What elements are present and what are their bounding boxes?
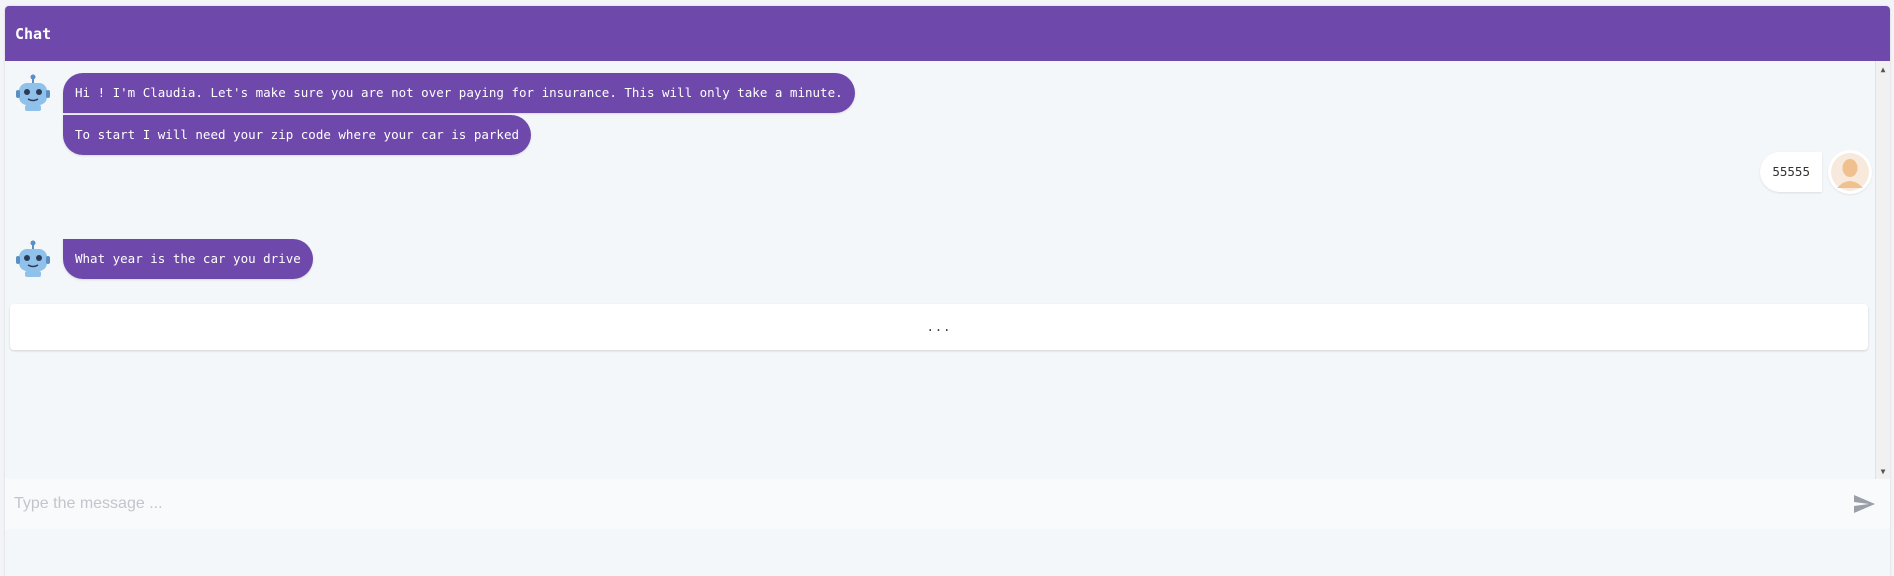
bot-bubble-stack: Hi ! I'm Claudia. Let's make sure you ar… [63, 73, 855, 157]
bot-message-bubble: What year is the car you drive [63, 239, 313, 279]
send-button[interactable] [1844, 484, 1884, 524]
robot-icon [16, 240, 50, 277]
typing-indicator: ... [10, 304, 1868, 350]
message-list[interactable]: Hi ! I'm Claudia. Let's make sure you ar… [5, 61, 1890, 479]
chat-header: Chat [5, 6, 1890, 61]
user-message-bubble: 55555 [1760, 152, 1822, 192]
chat-window: Chat Hi ! I'm Claudia. Let's make sure y… [5, 6, 1890, 576]
user-avatar-icon [1831, 153, 1869, 191]
bot-message-group: Hi ! I'm Claudia. Let's make sure you ar… [11, 71, 855, 157]
chat-title: Chat [15, 24, 52, 43]
user-message-group: 55555 [1760, 150, 1872, 194]
scroll-up-arrow-icon[interactable]: ▲ [1876, 63, 1890, 75]
typing-dots: ... [926, 320, 952, 334]
bot-bubble-stack: What year is the car you drive [63, 239, 313, 281]
robot-icon [16, 74, 50, 111]
user-avatar [1828, 150, 1872, 194]
composer [5, 479, 1890, 529]
bot-message-group: What year is the car you drive [11, 237, 313, 281]
bot-avatar [11, 71, 55, 115]
bot-avatar [11, 237, 55, 281]
send-icon [1854, 495, 1875, 513]
message-input[interactable] [5, 483, 1844, 525]
bot-message-bubble: Hi ! I'm Claudia. Let's make sure you ar… [63, 73, 855, 113]
scrollbar[interactable]: ▲ ▼ [1875, 61, 1890, 479]
scroll-down-arrow-icon[interactable]: ▼ [1876, 465, 1890, 477]
bot-message-bubble: To start I will need your zip code where… [63, 115, 532, 155]
